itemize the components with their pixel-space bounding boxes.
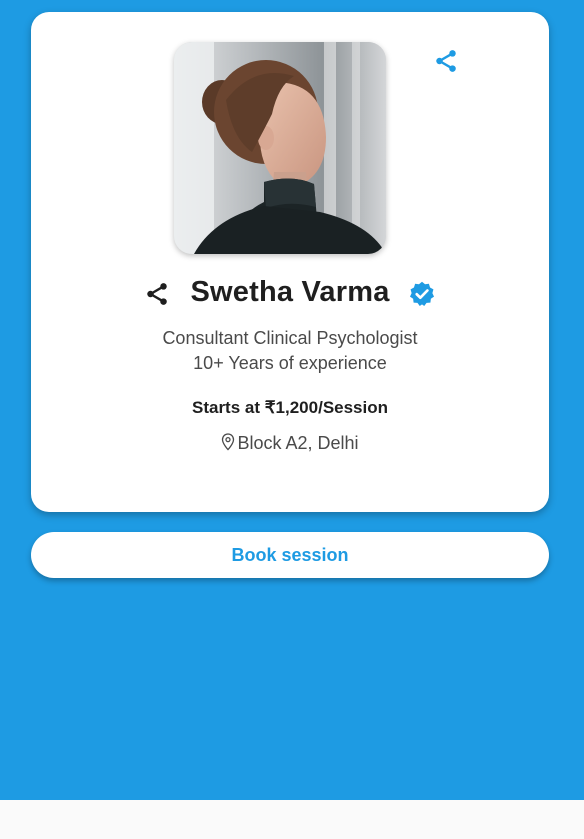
verified-badge-icon: [408, 280, 436, 308]
location-pin-icon: [222, 433, 235, 451]
profile-title: Consultant Clinical Psychologist: [162, 328, 418, 348]
book-session-button[interactable]: Book session: [31, 532, 549, 578]
share-icon[interactable]: [433, 48, 459, 74]
name-row: Swetha Varma: [31, 274, 549, 314]
avatar: [174, 42, 386, 254]
profile-name: Swetha Varma: [190, 276, 390, 308]
profile-location: Block A2, Delhi: [31, 433, 549, 454]
profile-card: Swetha Varma Consultant Clinical Psychol…: [31, 12, 549, 512]
avatar-photo: [174, 42, 386, 254]
location-text: Block A2, Delhi: [237, 433, 359, 453]
profile-experience: 10+ Years of experience: [193, 353, 387, 373]
session-price: Starts at ₹1,200/Session: [191, 398, 389, 417]
